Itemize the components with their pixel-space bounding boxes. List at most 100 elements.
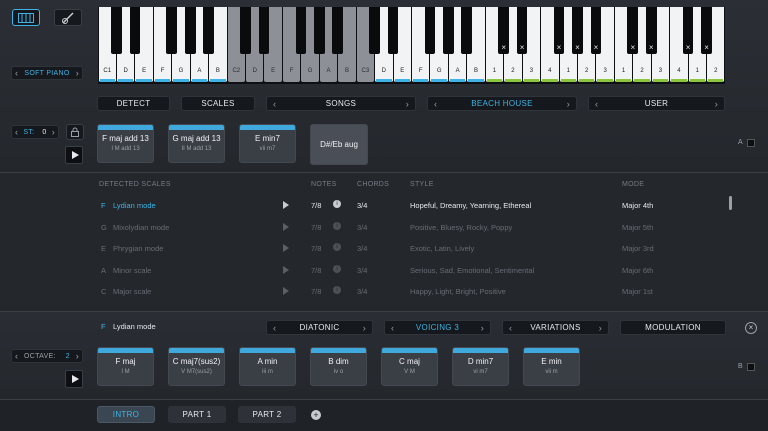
- key-indicator: [671, 79, 687, 82]
- key-indicator: [523, 79, 540, 82]
- octave-control[interactable]: ‹ OCTAVE: 2 ›: [11, 349, 83, 363]
- black-key[interactable]: [332, 7, 344, 54]
- scale-chords: 3/4: [357, 244, 368, 253]
- slot-a-checkbox[interactable]: [747, 139, 755, 147]
- black-key[interactable]: ×: [590, 7, 602, 54]
- black-key[interactable]: [369, 7, 380, 54]
- chord-card[interactable]: D#/Eb aug: [310, 124, 368, 165]
- part-intro-tab[interactable]: INTRO: [97, 406, 155, 423]
- lock-icon[interactable]: [66, 124, 84, 140]
- slot-b-checkbox[interactable]: [747, 363, 755, 371]
- transpose-control[interactable]: ‹ ST: 0 ›: [11, 125, 59, 139]
- scale-row[interactable]: E Phrygian mode 7/8 i 3/4 Exotic, Latin, Live…: [0, 239, 740, 259]
- diatonic-selector[interactable]: ‹ DIATONIC ›: [266, 320, 373, 335]
- key-label: 2: [640, 68, 644, 74]
- piano-keyboard[interactable]: C1 D E F G A B C2 D E F G A B C3 D E F G A B 1 2 3 4 1 2 3 1 2 3 4 1 2 × × ×…: [98, 7, 725, 84]
- black-key[interactable]: ×: [645, 7, 657, 54]
- chord-card-accent: [524, 348, 579, 353]
- play-icon[interactable]: [283, 287, 289, 295]
- black-key[interactable]: ×: [627, 7, 639, 54]
- scale-notes: 7/8: [311, 222, 322, 232]
- chord-card[interactable]: F maj add 13 I M add 13: [97, 124, 154, 163]
- black-key[interactable]: ×: [553, 7, 565, 54]
- play-icon[interactable]: [283, 265, 289, 274]
- keyboard-view-icon[interactable]: [12, 9, 40, 26]
- chord-name: D#/Eb aug: [320, 140, 358, 149]
- info-icon[interactable]: i: [333, 221, 341, 230]
- chord-card[interactable]: A min iii m: [239, 347, 296, 386]
- black-key[interactable]: [443, 7, 454, 54]
- scale-notes: 7/8: [311, 201, 322, 210]
- info-icon[interactable]: i: [333, 286, 341, 294]
- key-indicator: [284, 79, 299, 82]
- chord-card[interactable]: B dim iv o: [310, 347, 367, 386]
- black-key[interactable]: [461, 7, 473, 54]
- key-label: 1: [695, 68, 699, 74]
- table-scrollbar[interactable]: [729, 196, 732, 210]
- songs-selector[interactable]: ‹ SONGS ›: [266, 96, 416, 111]
- black-key[interactable]: ×: [498, 7, 510, 54]
- black-key[interactable]: [166, 7, 178, 54]
- black-key[interactable]: [295, 7, 307, 54]
- song-preset-selector[interactable]: ‹ BEACH HOUSE ›: [427, 96, 577, 111]
- info-icon[interactable]: i: [333, 200, 341, 208]
- info-icon[interactable]: i: [333, 264, 341, 273]
- black-key[interactable]: [424, 7, 436, 54]
- scale-row[interactable]: G Mixolydian mode 7/8 i 3/4 Positive, Bluesy,…: [0, 218, 740, 238]
- chord-card[interactable]: D min7 vi m7: [452, 347, 509, 386]
- variations-selector[interactable]: ‹ VARIATIONS ›: [502, 320, 609, 335]
- chord-card[interactable]: E min7 vii m7: [239, 124, 296, 163]
- chord-name: D min7: [467, 357, 494, 366]
- play-top-button[interactable]: [65, 146, 83, 164]
- instrument-selector[interactable]: ‹ SOFT PIANO ›: [11, 66, 83, 80]
- close-icon[interactable]: ×: [745, 322, 757, 334]
- detect-button[interactable]: DETECT: [97, 96, 170, 111]
- play-icon[interactable]: [283, 244, 289, 252]
- scale-row[interactable]: F Lydian mode 7/8 i 3/4 Hopeful, Dreamy, Year…: [0, 196, 740, 216]
- chord-name: F maj add 13: [102, 134, 149, 143]
- black-key[interactable]: [111, 7, 122, 54]
- add-part-icon[interactable]: +: [311, 410, 321, 420]
- part-2-tab[interactable]: PART 2: [238, 406, 296, 423]
- key-label: A: [455, 68, 460, 74]
- black-key[interactable]: ×: [701, 7, 712, 54]
- black-key[interactable]: ×: [572, 7, 583, 54]
- black-key[interactable]: [258, 7, 270, 54]
- info-icon[interactable]: i: [333, 243, 341, 251]
- black-key[interactable]: [240, 7, 251, 54]
- modulation-button[interactable]: MODULATION: [620, 320, 726, 335]
- black-key[interactable]: ×: [516, 7, 528, 54]
- voicing-selector[interactable]: ‹ VOICING 3 ›: [384, 320, 491, 335]
- chord-card[interactable]: C maj7(sus2) V M7(sus2): [168, 347, 225, 386]
- part-1-tab[interactable]: PART 1: [168, 406, 226, 423]
- black-key[interactable]: [387, 7, 399, 54]
- key-label: 4: [677, 68, 681, 74]
- black-key[interactable]: [184, 7, 196, 54]
- chord-card[interactable]: C maj V M: [381, 347, 438, 386]
- chord-roman: vi m7: [473, 369, 488, 375]
- user-selector[interactable]: ‹ USER ›: [588, 96, 725, 111]
- chord-card[interactable]: G maj add 13 II M add 13: [168, 124, 225, 163]
- key-indicator: [431, 79, 447, 82]
- key-label: C3: [361, 68, 370, 74]
- black-key[interactable]: [129, 7, 141, 54]
- play-bottom-button[interactable]: [65, 370, 83, 388]
- play-icon[interactable]: [283, 201, 289, 209]
- black-key[interactable]: [203, 7, 214, 54]
- scale-name: Major scale: [113, 287, 152, 296]
- play-icon[interactable]: [283, 222, 289, 231]
- key-label: 2: [511, 68, 515, 74]
- black-key[interactable]: ×: [682, 7, 694, 54]
- key-indicator: [468, 79, 484, 82]
- key-indicator: [578, 79, 595, 82]
- black-key[interactable]: [313, 7, 325, 54]
- scale-row[interactable]: A Minor scale 7/8 i 3/4 Serious, Sad, Emotion…: [0, 261, 740, 281]
- chord-card[interactable]: E min vii m: [523, 347, 580, 386]
- scale-row[interactable]: C Major scale 7/8 i 3/4 Happy, Light, Bright,…: [0, 282, 740, 302]
- key-indicator: [689, 79, 706, 82]
- header-scales: DETECTED SCALES: [99, 181, 171, 188]
- chord-card[interactable]: F maj I M: [97, 347, 154, 386]
- guitar-view-icon[interactable]: [54, 9, 82, 26]
- scales-button[interactable]: SCALES: [181, 96, 255, 111]
- scale-key: G: [101, 222, 107, 232]
